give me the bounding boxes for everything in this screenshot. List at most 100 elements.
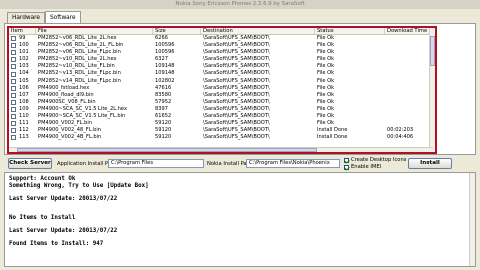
table-row[interactable]: 111 PM4900_V002_FL.bin 59120 \SaraSoft\UFS_… [9, 120, 435, 127]
download-time-cell [385, 113, 435, 120]
log-vertical-scrollbar[interactable] [469, 173, 475, 266]
size-cell: 59120 [155, 127, 172, 134]
row-checkbox[interactable] [11, 121, 16, 127]
file-cell: PM2852~v06_RDL_Lite_2L_FL.bin [38, 42, 124, 49]
destination-cell: \SaraSoft\UFS_SAM\BOOT\ [203, 56, 270, 63]
file-list-header: Item File Size Destination Status Downlo… [9, 28, 435, 35]
table-row[interactable]: 103 PM2852~v10_RDL_Lite_FL.bin 109148 \Sara… [9, 63, 435, 70]
checkbox-checked-icon [344, 164, 349, 170]
download-time-cell [385, 92, 435, 99]
table-row[interactable]: 109 PM4900~SCA_SC_V1.5 Lite_2L.hex 8397 \Sa… [9, 106, 435, 113]
table-row[interactable]: 107 PM4900_fload_dl9.bin 83580 \SaraSoft\UF… [9, 92, 435, 99]
table-row[interactable]: 102 PM2852~v10_RDL_Lite_2L.hex 6327 \SaraSo… [9, 56, 435, 63]
row-checkbox[interactable] [11, 43, 16, 49]
file-cell: PM4900_V002_4B_FL.bin [38, 134, 102, 141]
destination-cell: \SaraSoft\UFS_SAM\BOOT\ [203, 127, 270, 134]
row-checkbox[interactable] [11, 36, 16, 42]
column-header-size[interactable]: Size [153, 28, 201, 34]
file-list-horizontal-scrollbar[interactable] [9, 147, 433, 152]
destination-cell: \SaraSoft\UFS_SAM\BOOT\ [203, 42, 270, 49]
file-cell: PM2852~v06_RDL_Lite_FLpc.bin [38, 49, 121, 56]
destination-cell: \SaraSoft\UFS_SAM\BOOT\ [203, 91, 270, 98]
row-checkbox[interactable] [11, 85, 16, 91]
download-time-cell: 00:04:406 [387, 134, 414, 141]
table-row[interactable]: 101 PM2852~v06_RDL_Lite_FLpc.bin 100596 \Sa… [9, 49, 435, 56]
column-header-status[interactable]: Status [315, 28, 385, 34]
row-checkbox[interactable] [11, 57, 16, 63]
nokia-install-path-field[interactable]: C:\Program Files\Nokia\Phoenix [246, 159, 340, 168]
file-list-rows: 99 PM2852~v06_RDL_Lite_2L.hex 6266 \SaraSof… [9, 35, 435, 141]
item-cell: 107 [9, 92, 36, 99]
install-button[interactable]: Install [408, 158, 452, 169]
row-checkbox[interactable] [11, 135, 16, 141]
item-number: 105 [19, 77, 29, 84]
table-row[interactable]: 106 PM4900_fstload.hex 47616 \SaraSoft\UFS_… [9, 85, 435, 92]
size-cell: 100596 [155, 49, 175, 56]
row-checkbox[interactable] [11, 114, 16, 120]
row-checkbox[interactable] [11, 128, 16, 134]
size-cell: 109148 [155, 63, 175, 70]
download-time-cell [385, 99, 435, 106]
row-checkbox[interactable] [11, 78, 16, 84]
size-cell: 6266 [155, 35, 168, 41]
row-checkbox[interactable] [11, 50, 16, 56]
item-cell: 113 [9, 134, 36, 141]
item-cell: 103 [9, 63, 36, 70]
download-time-cell [385, 35, 435, 42]
scrollbar-thumb[interactable] [430, 36, 435, 66]
table-row[interactable]: 105 PM2852~v14_RDL_Lite_FLpc.bin 102802 \Sa… [9, 78, 435, 85]
table-row[interactable]: 113 PM4900_V002_4B_FL.bin 59120 \SaraSoft\U… [9, 134, 435, 141]
item-number: 110 [19, 113, 29, 120]
status-cell: Install Done [317, 134, 348, 141]
row-checkbox[interactable] [11, 71, 16, 77]
size-cell: 102802 [155, 77, 175, 84]
status-cell: File Ok [317, 98, 335, 105]
file-cell: PM2852~v13_RDL_Lite_FLpc.bin [38, 70, 121, 77]
row-checkbox[interactable] [11, 106, 16, 112]
table-row[interactable]: 100 PM2852~v06_RDL_Lite_2L_FL.bin 100596 \S… [9, 42, 435, 49]
item-cell: 104 [9, 70, 36, 77]
table-row[interactable]: 110 PM4900~SCA_SC_V1.5 Lite_FL.bin 61652 \S… [9, 113, 435, 120]
file-list: Item File Size Destination Status Downlo… [7, 26, 437, 154]
app-install-path-field[interactable]: C:\Program Files [108, 159, 204, 168]
row-checkbox[interactable] [11, 99, 16, 105]
scrollbar-thumb[interactable] [17, 148, 317, 152]
download-time-cell [385, 63, 435, 70]
download-time-cell [385, 70, 435, 77]
item-cell: 102 [9, 56, 36, 63]
file-list-vertical-scrollbar[interactable] [429, 28, 435, 152]
table-row[interactable]: 112 PM4900_V002_48_FL.bin 59120 \SaraSoft\U… [9, 127, 435, 134]
row-checkbox[interactable] [11, 64, 16, 70]
column-header-download-time[interactable]: Download Time [385, 28, 435, 34]
item-cell: 111 [9, 120, 36, 127]
file-cell: PM2852~v06_RDL_Lite_2L.hex [38, 35, 117, 41]
file-cell: PM4900_V002_48_FL.bin [38, 127, 102, 134]
item-cell: 100 [9, 42, 36, 49]
create-desktop-icons-checkbox[interactable]: Create Desktop Icons [344, 157, 406, 163]
size-cell: 100596 [155, 42, 175, 49]
download-time-cell [385, 56, 435, 63]
row-checkbox[interactable] [11, 92, 16, 98]
table-row[interactable]: 108 PM4900SC_V08_FL.bin 57952 \SaraSoft\UFS… [9, 99, 435, 106]
column-header-file[interactable]: File [36, 28, 153, 34]
enable-imei-checkbox[interactable]: Enable IMEI [344, 164, 381, 170]
table-row[interactable]: 104 PM2852~v13_RDL_Lite_FLpc.bin 109148 \Sa… [9, 70, 435, 77]
software-panel: Item File Size Destination Status Downlo… [4, 23, 476, 155]
item-number: 101 [19, 49, 29, 56]
destination-cell: \SaraSoft\UFS_SAM\BOOT\ [203, 134, 270, 141]
check-server-button[interactable]: Check Server [8, 158, 52, 169]
item-number: 111 [19, 120, 29, 127]
size-cell: 59120 [155, 134, 172, 141]
table-row[interactable]: 99 PM2852~v06_RDL_Lite_2L.hex 6266 \SaraSof… [9, 35, 435, 42]
log-line: Found Items to Install: 947 [9, 241, 104, 247]
item-number: 108 [19, 98, 29, 105]
status-cell: File Ok [317, 91, 335, 98]
status-cell: File Ok [317, 77, 335, 84]
download-time-cell: 00:02:203 [387, 127, 414, 134]
file-cell: PM4900~SCA_SC_V1.5 Lite_2L.hex [38, 105, 127, 112]
column-header-item[interactable]: Item [9, 28, 36, 34]
destination-cell: \SaraSoft\UFS_SAM\BOOT\ [203, 63, 270, 70]
item-number: 99 [19, 35, 26, 41]
column-header-destination[interactable]: Destination [201, 28, 315, 34]
status-cell: File Ok [317, 56, 335, 63]
